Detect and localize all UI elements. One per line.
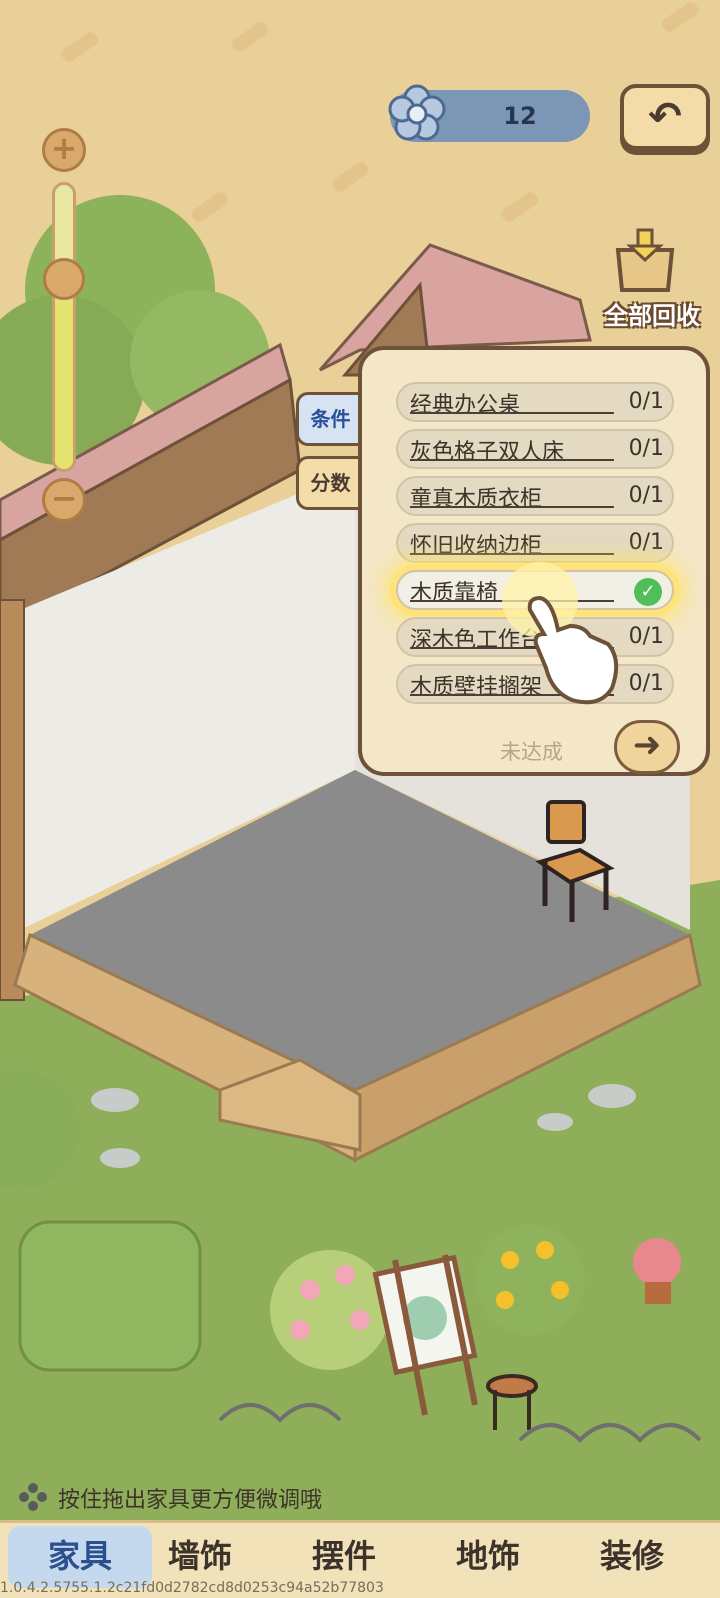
tab-floor-decor[interactable]: 地饰	[416, 1526, 560, 1588]
zoom-in-button[interactable]: +	[42, 128, 86, 172]
tab-renovation[interactable]: 装修	[560, 1526, 704, 1588]
recycle-all-label[interactable]: 全部回收	[592, 296, 712, 331]
condition-underline	[410, 553, 614, 555]
condition-count: 0/1	[628, 671, 664, 696]
tab-wall-decor[interactable]: 墙饰	[128, 1526, 272, 1588]
condition-underline	[410, 412, 614, 414]
condition-underline	[410, 459, 614, 461]
condition-name: 灰色格子双人床	[410, 440, 565, 465]
condition-underline	[410, 506, 614, 508]
recycle-box-icon[interactable]	[610, 228, 680, 294]
pointing-hand-icon	[502, 562, 619, 705]
version-string: 1.0.4.2.5755.1.2c21fd0d2782cd8d0253c94a5…	[0, 1580, 384, 1596]
check-icon: ✓	[634, 578, 662, 606]
flower-count: 12	[503, 102, 537, 130]
condition-row[interactable]: 灰色格子双人床 0/1	[396, 429, 674, 469]
condition-name: 童真木质衣柜	[410, 487, 543, 512]
sparkle-icon	[19, 1483, 47, 1511]
condition-name: 经典办公桌	[410, 393, 521, 418]
zoom-slider-fill	[55, 282, 73, 469]
next-button[interactable]: ➜	[614, 720, 680, 774]
zoom-out-button[interactable]: −	[42, 478, 86, 522]
condition-row[interactable]: 童真木质衣柜 0/1	[396, 476, 674, 516]
arrow-right-icon: ➜	[632, 725, 662, 765]
tab-conditions[interactable]: 条件	[296, 392, 362, 446]
condition-count: 0/1	[628, 530, 664, 555]
flower-icon	[388, 84, 446, 141]
condition-name: 木质靠椅	[410, 581, 499, 606]
condition-row[interactable]: 怀旧收纳边柜 0/1	[396, 523, 674, 563]
condition-count: 0/1	[628, 483, 664, 508]
condition-name: 怀旧收纳边柜	[410, 534, 543, 559]
zoom-slider-handle[interactable]	[43, 258, 85, 300]
condition-count: 0/1	[628, 624, 664, 649]
tab-score[interactable]: 分数	[296, 456, 362, 510]
condition-count: 0/1	[628, 436, 664, 461]
condition-count: 0/1	[628, 389, 664, 414]
condition-row[interactable]: 经典办公桌 0/1	[396, 382, 674, 422]
completion-status: 未达成	[500, 740, 563, 764]
tab-ornaments[interactable]: 摆件	[272, 1526, 416, 1588]
back-button[interactable]: ↶	[620, 84, 710, 150]
hint-text: 按住拖出家具更方便微调哦	[58, 1488, 323, 1513]
undo-arrow-icon: ↶	[648, 94, 682, 140]
